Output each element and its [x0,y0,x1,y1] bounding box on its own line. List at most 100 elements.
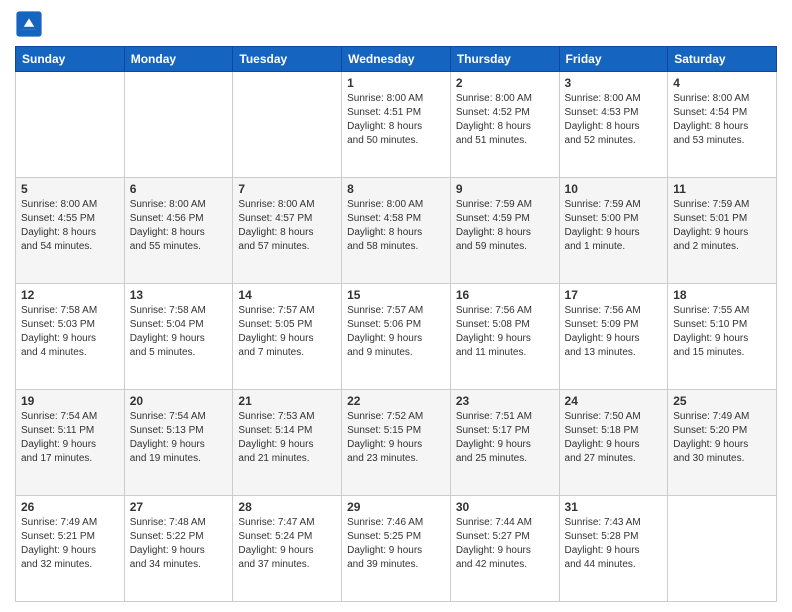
day-info: Sunrise: 8:00 AM Sunset: 4:52 PM Dayligh… [456,92,554,148]
day-info: Sunrise: 7:50 AM Sunset: 5:18 PM Dayligh… [565,410,663,466]
day-number: 4 [673,76,771,90]
day-info: Sunrise: 7:59 AM Sunset: 4:59 PM Dayligh… [456,198,554,254]
day-number: 25 [673,394,771,408]
day-info: Sunrise: 8:00 AM Sunset: 4:54 PM Dayligh… [673,92,771,148]
day-number: 3 [565,76,663,90]
calendar-cell: 17 Sunrise: 7:56 AM Sunset: 5:09 PM Dayli… [559,284,668,390]
day-info: Sunrise: 7:57 AM Sunset: 5:06 PM Dayligh… [347,304,445,360]
day-number: 7 [238,182,336,196]
calendar-cell: 5 Sunrise: 8:00 AM Sunset: 4:55 PM Daylig… [16,178,125,284]
calendar-cell: 11 Sunrise: 7:59 AM Sunset: 5:01 PM Dayli… [668,178,777,284]
day-number: 6 [130,182,228,196]
day-info: Sunrise: 7:59 AM Sunset: 5:00 PM Dayligh… [565,198,663,254]
day-info: Sunrise: 7:56 AM Sunset: 5:08 PM Dayligh… [456,304,554,360]
weekday-header: Wednesday [342,47,451,72]
day-info: Sunrise: 8:00 AM Sunset: 4:53 PM Dayligh… [565,92,663,148]
day-number: 9 [456,182,554,196]
calendar-week-row: 12Sunrise: 7:58 AM Sunset: 5:03 PM Dayli… [16,284,777,390]
day-info: Sunrise: 8:00 AM Sunset: 4:55 PM Dayligh… [21,198,119,254]
day-info: Sunrise: 8:00 AM Sunset: 4:58 PM Dayligh… [347,198,445,254]
calendar-cell: 29Sunrise: 7:46 AM Sunset: 5:25 PM Dayli… [342,496,451,602]
calendar-cell: 30 Sunrise: 7:44 AM Sunset: 5:27 PM Dayli… [450,496,559,602]
weekday-header: Saturday [668,47,777,72]
day-info: Sunrise: 7:49 AM Sunset: 5:20 PM Dayligh… [673,410,771,466]
calendar-cell: 2Sunrise: 8:00 AM Sunset: 4:52 PM Daylig… [450,72,559,178]
header [15,10,777,38]
day-number: 12 [21,288,119,302]
weekday-header: Sunday [16,47,125,72]
day-info: Sunrise: 7:57 AM Sunset: 5:05 PM Dayligh… [238,304,336,360]
day-info: Sunrise: 7:59 AM Sunset: 5:01 PM Dayligh… [673,198,771,254]
calendar-cell: 31 Sunrise: 7:43 AM Sunset: 5:28 PM Dayli… [559,496,668,602]
calendar-header-row: SundayMondayTuesdayWednesdayThursdayFrid… [16,47,777,72]
calendar-cell: 15Sunrise: 7:57 AM Sunset: 5:06 PM Dayli… [342,284,451,390]
calendar-cell: 25 Sunrise: 7:49 AM Sunset: 5:20 PM Dayli… [668,390,777,496]
day-number: 24 [565,394,663,408]
day-number: 19 [21,394,119,408]
day-number: 13 [130,288,228,302]
day-number: 30 [456,500,554,514]
calendar-cell: 7 Sunrise: 8:00 AM Sunset: 4:57 PM Daylig… [233,178,342,284]
calendar-cell: 4 Sunrise: 8:00 AM Sunset: 4:54 PM Daylig… [668,72,777,178]
day-info: Sunrise: 7:48 AM Sunset: 5:22 PM Dayligh… [130,516,228,572]
day-number: 28 [238,500,336,514]
calendar-cell [124,72,233,178]
day-number: 27 [130,500,228,514]
day-info: Sunrise: 7:56 AM Sunset: 5:09 PM Dayligh… [565,304,663,360]
calendar-cell: 13 Sunrise: 7:58 AM Sunset: 5:04 PM Dayli… [124,284,233,390]
day-info: Sunrise: 7:51 AM Sunset: 5:17 PM Dayligh… [456,410,554,466]
day-number: 31 [565,500,663,514]
calendar-cell: 20 Sunrise: 7:54 AM Sunset: 5:13 PM Dayli… [124,390,233,496]
day-number: 1 [347,76,445,90]
calendar-cell: 27 Sunrise: 7:48 AM Sunset: 5:22 PM Dayli… [124,496,233,602]
calendar-cell: 21 Sunrise: 7:53 AM Sunset: 5:14 PM Dayli… [233,390,342,496]
calendar-cell: 23Sunrise: 7:51 AM Sunset: 5:17 PM Dayli… [450,390,559,496]
calendar-cell [233,72,342,178]
day-info: Sunrise: 7:58 AM Sunset: 5:04 PM Dayligh… [130,304,228,360]
calendar-cell: 1 Sunrise: 8:00 AM Sunset: 4:51 PM Daylig… [342,72,451,178]
day-info: Sunrise: 8:00 AM Sunset: 4:56 PM Dayligh… [130,198,228,254]
weekday-header: Friday [559,47,668,72]
day-info: Sunrise: 7:54 AM Sunset: 5:13 PM Dayligh… [130,410,228,466]
day-info: Sunrise: 7:55 AM Sunset: 5:10 PM Dayligh… [673,304,771,360]
day-number: 10 [565,182,663,196]
day-number: 22 [347,394,445,408]
weekday-header: Thursday [450,47,559,72]
day-number: 5 [21,182,119,196]
weekday-header: Monday [124,47,233,72]
day-number: 16 [456,288,554,302]
logo [15,10,47,38]
day-info: Sunrise: 7:44 AM Sunset: 5:27 PM Dayligh… [456,516,554,572]
calendar-week-row: 1 Sunrise: 8:00 AM Sunset: 4:51 PM Daylig… [16,72,777,178]
day-info: Sunrise: 8:00 AM Sunset: 4:57 PM Dayligh… [238,198,336,254]
day-number: 11 [673,182,771,196]
day-number: 18 [673,288,771,302]
day-number: 17 [565,288,663,302]
calendar-cell: 26 Sunrise: 7:49 AM Sunset: 5:21 PM Dayli… [16,496,125,602]
day-info: Sunrise: 7:46 AM Sunset: 5:25 PM Dayligh… [347,516,445,572]
calendar-cell: 18 Sunrise: 7:55 AM Sunset: 5:10 PM Dayli… [668,284,777,390]
calendar-cell: 10 Sunrise: 7:59 AM Sunset: 5:00 PM Dayli… [559,178,668,284]
day-number: 26 [21,500,119,514]
calendar-cell: 24 Sunrise: 7:50 AM Sunset: 5:18 PM Dayli… [559,390,668,496]
day-number: 21 [238,394,336,408]
calendar-cell: 8 Sunrise: 8:00 AM Sunset: 4:58 PM Daylig… [342,178,451,284]
calendar-cell: 14 Sunrise: 7:57 AM Sunset: 5:05 PM Dayli… [233,284,342,390]
day-number: 20 [130,394,228,408]
day-info: Sunrise: 8:00 AM Sunset: 4:51 PM Dayligh… [347,92,445,148]
calendar-week-row: 19Sunrise: 7:54 AM Sunset: 5:11 PM Dayli… [16,390,777,496]
calendar-cell: 16 Sunrise: 7:56 AM Sunset: 5:08 PM Dayli… [450,284,559,390]
day-info: Sunrise: 7:47 AM Sunset: 5:24 PM Dayligh… [238,516,336,572]
calendar-cell: 12Sunrise: 7:58 AM Sunset: 5:03 PM Dayli… [16,284,125,390]
day-number: 8 [347,182,445,196]
day-number: 14 [238,288,336,302]
logo-icon [15,10,43,38]
calendar-week-row: 5 Sunrise: 8:00 AM Sunset: 4:55 PM Daylig… [16,178,777,284]
day-info: Sunrise: 7:53 AM Sunset: 5:14 PM Dayligh… [238,410,336,466]
day-info: Sunrise: 7:43 AM Sunset: 5:28 PM Dayligh… [565,516,663,572]
weekday-header: Tuesday [233,47,342,72]
day-info: Sunrise: 7:49 AM Sunset: 5:21 PM Dayligh… [21,516,119,572]
calendar-cell: 22 Sunrise: 7:52 AM Sunset: 5:15 PM Dayli… [342,390,451,496]
page: SundayMondayTuesdayWednesdayThursdayFrid… [0,0,792,612]
day-info: Sunrise: 7:52 AM Sunset: 5:15 PM Dayligh… [347,410,445,466]
